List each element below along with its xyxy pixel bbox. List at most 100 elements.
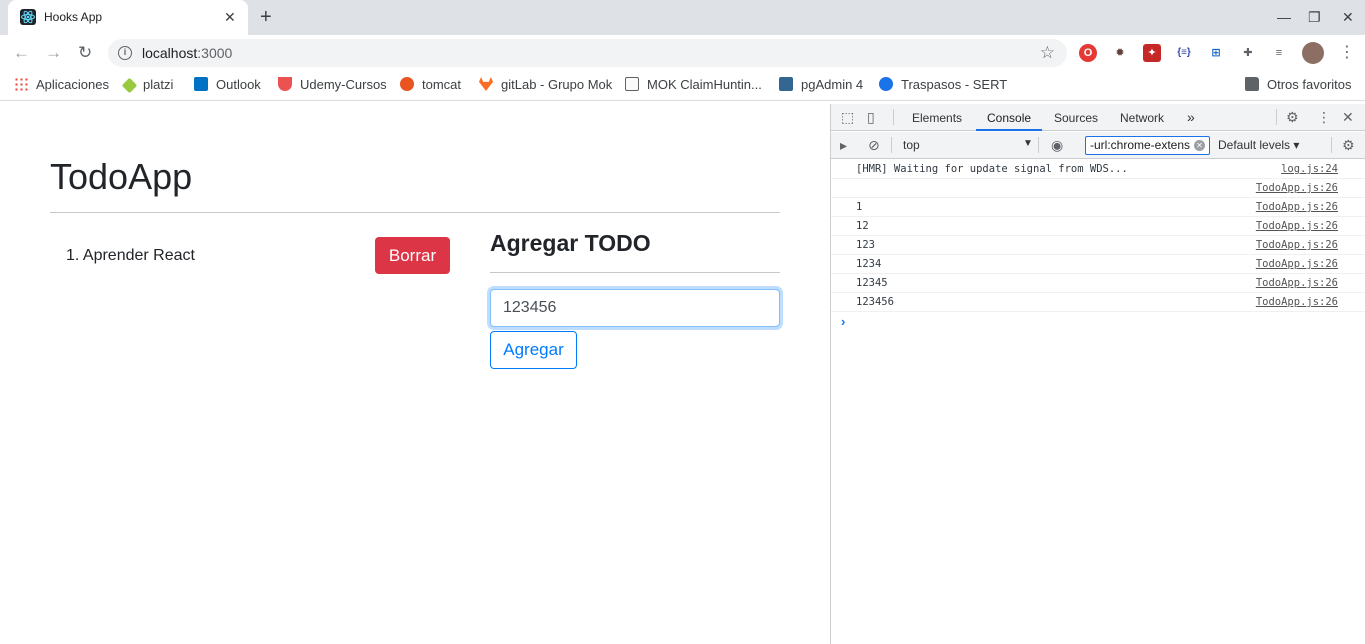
log-source-link[interactable]: TodoApp.js:26 [1256,277,1338,289]
apps-grid-icon [14,77,28,91]
log-source-link[interactable]: log.js:24 [1281,163,1338,175]
tab-sources[interactable]: Sources [1054,111,1098,125]
json-extension-icon[interactable]: {≡} [1175,44,1193,62]
log-text: [HMR] Waiting for update signal from WDS… [856,163,1128,175]
chevron-down-icon[interactable]: ▼ [1023,138,1033,149]
todo-item: 1. Aprender React [66,247,195,264]
url-port: :3000 [197,45,233,61]
console-log-list: [HMR] Waiting for update signal from WDS… [831,160,1365,332]
log-source-link[interactable]: TodoApp.js:26 [1256,296,1338,308]
log-source-link[interactable]: TodoApp.js:26 [1256,258,1338,270]
bookmarks-bar: Aplicaciones platzi Outlook Udemy-Cursos… [0,71,1365,101]
close-devtools-icon[interactable]: ✕ [1342,110,1354,125]
pgadmin-icon [779,77,793,91]
grid-extension-icon[interactable]: ⊞ [1207,44,1225,62]
devtools-panel: ⬚ ▯ Elements Console Sources Network » ⚙… [830,104,1365,644]
add-todo-heading: Agregar TODO [490,230,651,256]
toolbar-separator [1276,109,1277,125]
log-text: 12 [856,220,869,232]
page-icon [625,77,639,91]
media-queue-icon[interactable]: ≡ [1270,44,1288,62]
console-filter-input[interactable]: -url:chrome-extens [1085,136,1210,155]
url-text[interactable]: localhost:3000 [142,45,232,61]
ubuntu-icon [400,77,414,91]
site-info-icon[interactable]: i [118,46,132,60]
address-bar[interactable]: i localhost:3000 ☆ [108,39,1067,67]
sidebar-toggle-icon[interactable]: ▸ [840,138,847,153]
settings-gear-icon[interactable]: ⚙ [1286,110,1299,125]
bookmark-udemy[interactable]: Udemy-Cursos [278,77,387,95]
browser-menu-icon[interactable]: ⋮ [1339,43,1355,63]
bookmark-tomcat[interactable]: tomcat [400,77,461,95]
log-source-link[interactable]: TodoApp.js:26 [1256,220,1338,232]
bookmark-outlook[interactable]: Outlook [194,77,261,95]
log-source-link[interactable]: TodoApp.js:26 [1256,201,1338,213]
forward-arrow-icon[interactable]: → [45,43,62,63]
console-message: TodoApp.js:26 [831,179,1365,198]
tab-network[interactable]: Network [1120,111,1164,125]
bookmark-platzi[interactable]: platzi [121,77,173,95]
bookmark-mok-claimhunting[interactable]: MOK ClaimHuntin... [625,77,762,95]
toolbar-separator [1038,137,1039,153]
tab-elements[interactable]: Elements [912,111,962,125]
log-text: 1 [856,201,863,213]
devtools-menu-icon[interactable]: ⋮ [1317,110,1331,125]
bookmark-pgadmin[interactable]: pgAdmin 4 [779,77,863,95]
react-favicon-icon [20,9,36,25]
tab-console[interactable]: Console [987,111,1031,125]
console-filterbar: ▸ ⊘ top ▼ ◉ -url:chrome-extens ✕ Default… [831,132,1365,159]
tab-close-icon[interactable]: ✕ [224,9,236,25]
console-settings-gear-icon[interactable]: ⚙ [1342,138,1355,153]
restore-button[interactable]: ❐ [1308,9,1321,25]
clear-console-icon[interactable]: ⊘ [868,138,880,153]
log-text: 1234 [856,258,882,270]
live-expression-eye-icon[interactable]: ◉ [1051,138,1063,153]
context-select[interactable]: top [903,138,920,152]
toolbar-separator [893,109,894,125]
browser-tab[interactable]: Hooks App ✕ [8,0,248,35]
profile-avatar[interactable] [1302,42,1324,64]
bookmark-gitlab[interactable]: gitLab - Grupo Mok [479,77,612,95]
minimize-button[interactable]: — [1277,9,1291,25]
bookmark-aplicaciones[interactable]: Aplicaciones [14,77,109,95]
log-source-link[interactable]: TodoApp.js:26 [1256,182,1338,194]
console-message: 1 TodoApp.js:26 [831,198,1365,217]
devtools-tabbar: ⬚ ▯ Elements Console Sources Network » ⚙… [831,104,1365,131]
url-host: localhost [142,45,198,61]
sert-icon [879,77,893,91]
close-window-button[interactable]: ✕ [1342,9,1354,25]
inspect-element-icon[interactable]: ⬚ [841,110,854,125]
active-tab-indicator [976,129,1042,131]
red-extension-icon[interactable]: ✦ [1143,44,1161,62]
device-toolbar-icon[interactable]: ▯ [867,110,875,125]
console-message: 12 TodoApp.js:26 [831,217,1365,236]
console-message: 1234 TodoApp.js:26 [831,255,1365,274]
bookmark-star-icon[interactable]: ☆ [1040,43,1055,63]
reload-icon[interactable]: ↻ [78,43,92,63]
log-source-link[interactable]: TodoApp.js:26 [1256,239,1338,251]
ublock-icon[interactable]: O [1079,44,1097,62]
clear-filter-icon[interactable]: ✕ [1194,140,1205,151]
console-message: 123 TodoApp.js:26 [831,236,1365,255]
delete-todo-button[interactable]: Borrar [375,237,450,274]
platzi-icon [121,77,138,94]
toolbar-separator [1331,137,1332,153]
add-todo-button[interactable]: Agregar [490,331,577,369]
console-prompt[interactable]: › [831,312,1365,332]
prompt-caret-icon: › [841,314,846,329]
extensions-puzzle-icon[interactable]: ✚ [1239,44,1257,62]
back-arrow-icon[interactable]: ← [13,43,30,63]
console-message: [HMR] Waiting for update signal from WDS… [831,160,1365,179]
bookmark-traspasos[interactable]: Traspasos - SERT [879,77,1007,95]
log-levels-dropdown[interactable]: Default levels ▾ [1218,138,1299,152]
todo-description-input[interactable]: 123456 [490,289,780,327]
bookmark-otros-favoritos[interactable]: Otros favoritos [1245,77,1352,95]
browser-toolbar: ← → ↻ i localhost:3000 ☆ O ✹ ✦ {≡} ⊞ ✚ ≡… [0,35,1365,71]
title-divider [50,212,780,213]
more-tabs-icon[interactable]: » [1187,109,1195,125]
bug-extension-icon[interactable]: ✹ [1111,44,1129,62]
new-tab-button[interactable]: + [260,6,272,28]
log-text: 12345 [856,277,888,289]
gitlab-icon [479,77,493,91]
toolbar-separator [891,137,892,153]
